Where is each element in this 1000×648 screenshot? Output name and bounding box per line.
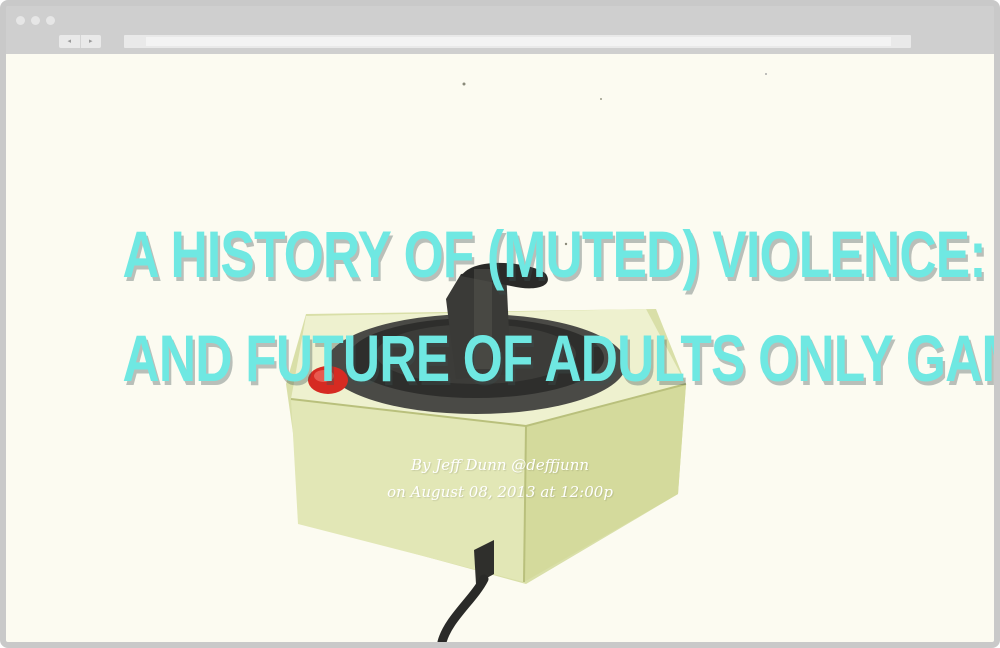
- browser-toolbar: ◂ ▸: [6, 6, 994, 54]
- article-byline: By Jeff Dunn @deffjunn on August 08, 201…: [6, 452, 994, 506]
- publish-date: on August 08, 2013 at 12:00p: [387, 483, 613, 501]
- forward-arrow-icon[interactable]: ▸: [79, 35, 102, 48]
- author-line[interactable]: By Jeff Dunn @deffjunn: [6, 452, 994, 479]
- article-title-line-1: A HISTORY OF (MUTED) VIOLENCE: THE PRESE…: [122, 217, 994, 291]
- minimize-window-dot[interactable]: [31, 16, 40, 25]
- navigation-buttons: ◂ ▸: [59, 35, 101, 48]
- address-field[interactable]: [146, 37, 891, 46]
- address-bar[interactable]: [124, 35, 911, 48]
- browser-window: ◂ ▸ A HISTORY OF (MUTED) VIOLENCE: AND F…: [0, 0, 1000, 648]
- article-hero: A HISTORY OF (MUTED) VIOLENCE: THE PRESE…: [6, 54, 994, 642]
- article-title: A HISTORY OF (MUTED) VIOLENCE: THE PRESE…: [122, 202, 994, 410]
- close-window-dot[interactable]: [16, 16, 25, 25]
- back-arrow-icon[interactable]: ◂: [59, 35, 80, 48]
- article-title-line-2: AND FUTURE OF ADULTS ONLY GAMES: [122, 321, 994, 395]
- maximize-window-dot[interactable]: [46, 16, 55, 25]
